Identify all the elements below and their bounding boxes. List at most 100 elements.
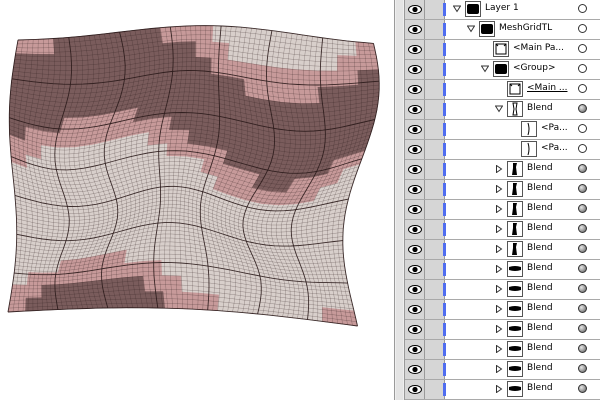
visibility-eye-icon[interactable]: [405, 380, 425, 399]
scrollbar-thumb[interactable]: [396, 0, 403, 400]
lock-toggle[interactable]: [425, 60, 445, 79]
lock-toggle[interactable]: [425, 40, 445, 59]
layer-row[interactable]: Blend: [405, 240, 600, 260]
twirl-closed-icon[interactable]: [495, 265, 503, 273]
lock-toggle[interactable]: [425, 120, 445, 139]
visibility-eye-icon[interactable]: [405, 260, 425, 279]
visibility-eye-icon[interactable]: [405, 320, 425, 339]
lock-toggle[interactable]: [425, 140, 445, 159]
layer-row[interactable]: Blend: [405, 100, 600, 120]
lock-toggle[interactable]: [425, 180, 445, 199]
layer-row[interactable]: Blend: [405, 220, 600, 240]
visibility-eye-icon[interactable]: [405, 180, 425, 199]
layer-name[interactable]: <Main Pa...: [513, 43, 564, 53]
visibility-eye-icon[interactable]: [405, 60, 425, 79]
lock-toggle[interactable]: [425, 160, 445, 179]
layer-name[interactable]: Blend: [527, 323, 553, 333]
layer-name[interactable]: Blend: [527, 203, 553, 213]
layer-name[interactable]: Blend: [527, 243, 553, 253]
target-circle-icon[interactable]: [578, 364, 587, 373]
layer-name[interactable]: Blend: [527, 103, 553, 113]
layer-row[interactable]: Blend: [405, 260, 600, 280]
visibility-eye-icon[interactable]: [405, 300, 425, 319]
lock-toggle[interactable]: [425, 100, 445, 119]
target-circle-icon[interactable]: [578, 24, 587, 33]
target-circle-icon[interactable]: [578, 224, 587, 233]
target-circle-icon[interactable]: [578, 164, 587, 173]
target-circle-icon[interactable]: [578, 384, 587, 393]
visibility-eye-icon[interactable]: [405, 140, 425, 159]
layer-name[interactable]: Layer 1: [485, 3, 519, 13]
artboard-canvas[interactable]: [0, 0, 394, 400]
layer-row[interactable]: <Pa...: [405, 140, 600, 160]
layer-name[interactable]: <Main ...: [527, 83, 567, 93]
target-circle-icon[interactable]: [578, 44, 587, 53]
target-circle-icon[interactable]: [578, 84, 587, 93]
twirl-closed-icon[interactable]: [495, 205, 503, 213]
lock-toggle[interactable]: [425, 300, 445, 319]
twirl-closed-icon[interactable]: [495, 345, 503, 353]
visibility-eye-icon[interactable]: [405, 220, 425, 239]
lock-toggle[interactable]: [425, 280, 445, 299]
visibility-eye-icon[interactable]: [405, 280, 425, 299]
layer-row[interactable]: Blend: [405, 340, 600, 360]
target-circle-icon[interactable]: [578, 264, 587, 273]
target-circle-icon[interactable]: [578, 324, 587, 333]
target-circle-icon[interactable]: [578, 244, 587, 253]
target-circle-icon[interactable]: [578, 204, 587, 213]
layer-name[interactable]: <Group>: [513, 63, 555, 73]
twirl-closed-icon[interactable]: [495, 165, 503, 173]
layer-name[interactable]: Blend: [527, 383, 553, 393]
layer-row[interactable]: MeshGridTL: [405, 20, 600, 40]
layer-row[interactable]: Blend: [405, 360, 600, 380]
layer-name[interactable]: Blend: [527, 183, 553, 193]
visibility-eye-icon[interactable]: [405, 80, 425, 99]
twirl-closed-icon[interactable]: [495, 325, 503, 333]
layer-row[interactable]: <Group>: [405, 60, 600, 80]
twirl-open-icon[interactable]: [453, 5, 461, 13]
layer-row[interactable]: Blend: [405, 380, 600, 400]
visibility-eye-icon[interactable]: [405, 120, 425, 139]
lock-toggle[interactable]: [425, 220, 445, 239]
target-circle-icon[interactable]: [578, 284, 587, 293]
layer-name[interactable]: Blend: [527, 283, 553, 293]
layer-name[interactable]: Blend: [527, 163, 553, 173]
twirl-closed-icon[interactable]: [495, 185, 503, 193]
target-circle-icon[interactable]: [578, 144, 587, 153]
layer-name[interactable]: <Pa...: [541, 123, 568, 133]
target-circle-icon[interactable]: [578, 304, 587, 313]
layer-name[interactable]: MeshGridTL: [499, 23, 552, 33]
layer-row[interactable]: Blend: [405, 300, 600, 320]
lock-toggle[interactable]: [425, 80, 445, 99]
twirl-closed-icon[interactable]: [495, 225, 503, 233]
twirl-closed-icon[interactable]: [495, 385, 503, 393]
layer-name[interactable]: Blend: [527, 303, 553, 313]
twirl-open-icon[interactable]: [481, 65, 489, 73]
visibility-eye-icon[interactable]: [405, 200, 425, 219]
layer-row[interactable]: <Main ...: [405, 80, 600, 100]
visibility-eye-icon[interactable]: [405, 340, 425, 359]
lock-toggle[interactable]: [425, 320, 445, 339]
layer-row[interactable]: <Main Pa...: [405, 40, 600, 60]
layer-name[interactable]: Blend: [527, 343, 553, 353]
visibility-eye-icon[interactable]: [405, 240, 425, 259]
layer-name[interactable]: <Pa...: [541, 143, 568, 153]
visibility-eye-icon[interactable]: [405, 0, 425, 19]
twirl-closed-icon[interactable]: [495, 285, 503, 293]
vertical-scrollbar[interactable]: [394, 0, 405, 400]
lock-toggle[interactable]: [425, 240, 445, 259]
twirl-open-icon[interactable]: [467, 25, 475, 33]
layer-row[interactable]: <Pa...: [405, 120, 600, 140]
visibility-eye-icon[interactable]: [405, 40, 425, 59]
mesh-grid-artwork[interactable]: [0, 0, 394, 400]
lock-toggle[interactable]: [425, 360, 445, 379]
lock-toggle[interactable]: [425, 200, 445, 219]
lock-toggle[interactable]: [425, 340, 445, 359]
twirl-closed-icon[interactable]: [495, 365, 503, 373]
visibility-eye-icon[interactable]: [405, 100, 425, 119]
target-circle-icon[interactable]: [578, 104, 587, 113]
target-circle-icon[interactable]: [578, 124, 587, 133]
target-circle-icon[interactable]: [578, 4, 587, 13]
layer-row[interactable]: Blend: [405, 280, 600, 300]
visibility-eye-icon[interactable]: [405, 360, 425, 379]
